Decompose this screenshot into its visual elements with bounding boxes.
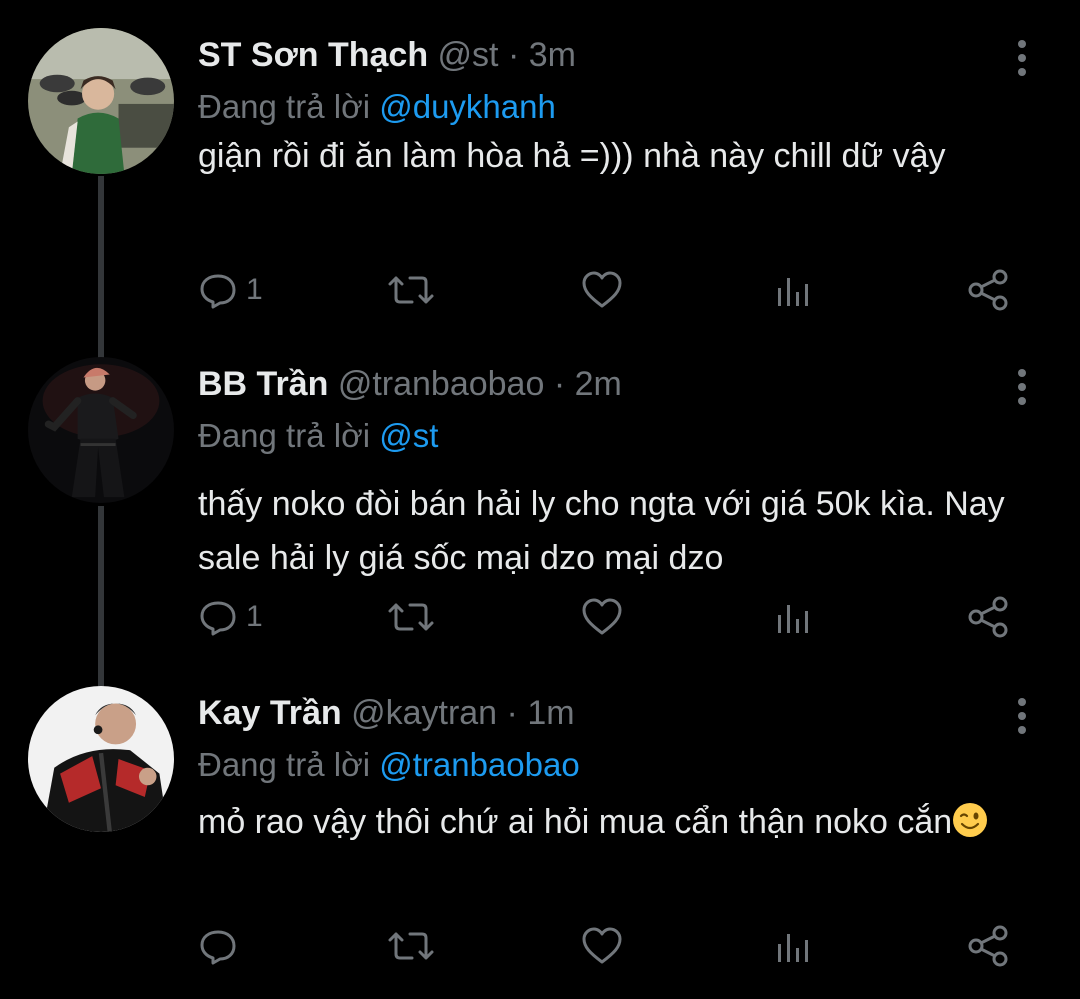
tweet-text: giận rồi đi ăn làm hòa hả =))) nhà này c… — [198, 137, 946, 175]
share-icon — [968, 925, 1008, 967]
views-button[interactable] — [774, 916, 814, 976]
retweet-button[interactable] — [386, 260, 436, 320]
timestamp[interactable]: 2m — [575, 365, 622, 403]
reply-button[interactable] — [198, 916, 246, 976]
replying-to: Đang trả lời @tranbaobao — [198, 740, 1040, 790]
separator-dot: · — [544, 365, 575, 403]
author-handle[interactable]: @tranbaobao — [338, 365, 545, 403]
action-bar: 1 — [198, 587, 1028, 647]
tweet-text: mỏ rao vậy thôi chứ ai hỏi mua cẩn thận … — [198, 798, 1040, 846]
analytics-icon — [778, 278, 808, 306]
retweet-icon — [388, 276, 434, 304]
replying-to: Đang trả lời @st — [198, 411, 1040, 461]
tweet-text: thấy noko đòi bán hải ly cho ngta với gi… — [198, 485, 1005, 577]
share-button[interactable] — [966, 916, 1010, 976]
reply-count: 1 — [246, 600, 263, 633]
reply-icon — [200, 930, 236, 965]
more-options-icon[interactable] — [1010, 696, 1034, 736]
retweet-button[interactable] — [386, 587, 436, 647]
heart-icon — [582, 598, 622, 635]
analytics-icon — [778, 934, 808, 962]
share-icon — [968, 269, 1008, 311]
replying-to-label: Đang trả lời — [198, 88, 371, 125]
tweet-content: BB Trần @tranbaobao · 2m Đang trả lời @s… — [198, 357, 1040, 585]
tweet-header: BB Trần @tranbaobao · 2m — [198, 357, 1040, 411]
action-bar — [198, 916, 1028, 976]
timestamp[interactable]: 1m — [527, 694, 574, 732]
separator-dot: · — [498, 36, 529, 74]
avatar[interactable] — [28, 357, 174, 503]
author-name[interactable]: BB Trần — [198, 365, 328, 403]
reply-thread: ST Sơn Thạch @st · 3m Đang trả lời @duyk… — [0, 0, 1080, 999]
more-options-icon[interactable] — [1010, 38, 1034, 78]
replying-to-label: Đang trả lời — [198, 417, 371, 454]
avatar[interactable] — [28, 28, 174, 174]
author-name[interactable]: ST Sơn Thạch — [198, 36, 428, 74]
mention-link[interactable]: @duykhanh — [379, 88, 556, 125]
views-button[interactable] — [774, 587, 814, 647]
separator-dot: · — [497, 694, 528, 732]
avatar-photo-icon — [28, 686, 174, 832]
reply-icon — [200, 274, 236, 309]
retweet-icon — [388, 603, 434, 631]
winking-face-emoji — [953, 803, 988, 837]
tweet-header: ST Sơn Thạch @st · 3m — [198, 28, 1040, 82]
avatar-photo-icon — [28, 28, 174, 174]
author-name[interactable]: Kay Trần — [198, 694, 342, 732]
tweet[interactable]: Kay Trần @kaytran · 1m Đang trả lời @tra… — [0, 686, 1080, 986]
more-options-icon[interactable] — [1010, 367, 1034, 407]
timestamp[interactable]: 3m — [529, 36, 576, 74]
share-button[interactable] — [966, 260, 1010, 320]
replying-to-label: Đang trả lời — [198, 746, 371, 783]
mention-link[interactable]: @tranbaobao — [379, 746, 579, 783]
heart-icon — [582, 927, 622, 964]
mention-link[interactable]: @st — [379, 417, 438, 454]
tweet-header: Kay Trần @kaytran · 1m — [198, 686, 1040, 740]
tweet-content: Kay Trần @kaytran · 1m Đang trả lời @tra… — [198, 686, 1040, 846]
analytics-icon — [778, 605, 808, 633]
tweet[interactable]: BB Trần @tranbaobao · 2m Đang trả lời @s… — [0, 357, 1080, 657]
author-handle[interactable]: @kaytran — [351, 694, 497, 732]
avatar[interactable] — [28, 686, 174, 832]
author-handle[interactable]: @st — [438, 36, 499, 74]
action-bar: 1 — [198, 260, 1028, 320]
like-button[interactable] — [580, 260, 624, 320]
share-button[interactable] — [966, 587, 1010, 647]
reply-button[interactable]: 1 — [198, 260, 263, 320]
share-icon — [968, 596, 1008, 638]
tweet[interactable]: ST Sơn Thạch @st · 3m Đang trả lời @duyk… — [0, 28, 1080, 328]
retweet-button[interactable] — [386, 916, 436, 976]
views-button[interactable] — [774, 260, 814, 320]
avatar-photo-icon — [28, 357, 174, 503]
retweet-icon — [388, 932, 434, 960]
reply-count: 1 — [246, 273, 263, 306]
like-button[interactable] — [580, 916, 624, 976]
heart-icon — [582, 271, 622, 308]
tweet-content: ST Sơn Thạch @st · 3m Đang trả lời @duyk… — [198, 28, 1040, 178]
replying-to: Đang trả lời @duykhanh — [198, 82, 1040, 132]
like-button[interactable] — [580, 587, 624, 647]
tweet-text-content: mỏ rao vậy thôi chứ ai hỏi mua cẩn thận … — [198, 803, 953, 841]
reply-icon — [200, 601, 236, 636]
reply-button[interactable]: 1 — [198, 587, 263, 647]
